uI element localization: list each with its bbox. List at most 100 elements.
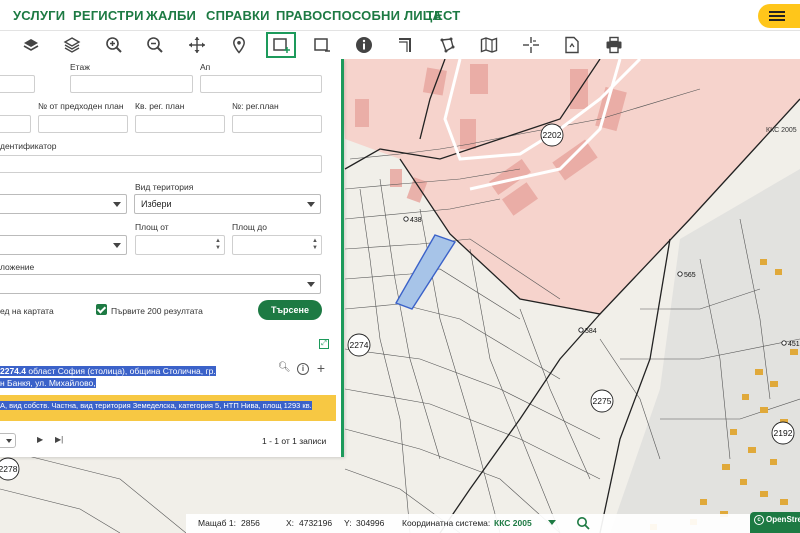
add-result-icon[interactable]: + bbox=[315, 361, 327, 375]
osm-attribution[interactable]: c OpenStre bbox=[750, 512, 800, 533]
pager: ▶ ▶| 1 - 1 от 1 записи bbox=[0, 431, 336, 453]
chevron-down-icon[interactable] bbox=[548, 520, 556, 525]
nav-services[interactable]: УСЛУГИ bbox=[13, 8, 65, 23]
quarter-reg-plan-label: Кв. рег. план bbox=[135, 101, 185, 111]
pager-summary: 1 - 1 от 1 записи bbox=[262, 436, 327, 446]
next-page-icon[interactable]: ▶ bbox=[37, 435, 43, 444]
coord-system-label: Координатна система: bbox=[402, 518, 491, 528]
chevron-down-icon bbox=[6, 439, 12, 443]
info-button[interactable] bbox=[349, 32, 379, 58]
pan-button[interactable] bbox=[182, 32, 212, 58]
draw-polygon-button[interactable] bbox=[432, 32, 462, 58]
document-button[interactable] bbox=[557, 32, 587, 58]
identifier-label: дентификатор bbox=[0, 141, 57, 151]
reg-plan-no-input[interactable] bbox=[232, 115, 322, 133]
last-page-icon[interactable]: ▶| bbox=[55, 435, 63, 444]
location-label: ложение bbox=[0, 262, 35, 272]
edit-corner-icon bbox=[399, 38, 411, 52]
select-area-button[interactable] bbox=[307, 32, 337, 58]
zoom-in-icon bbox=[106, 37, 122, 53]
field-left-1[interactable] bbox=[0, 75, 35, 93]
apartment-label: Ап bbox=[200, 62, 211, 72]
nav-complaints[interactable]: ЖАЛБИ bbox=[146, 8, 196, 23]
edit-corner-button[interactable] bbox=[391, 32, 421, 58]
identifier-input[interactable] bbox=[0, 155, 322, 173]
hamburger-icon bbox=[769, 11, 785, 21]
status-bar: Мащаб 1: 2856 X: 4732196 Y: 304996 Коорд… bbox=[186, 514, 800, 533]
area-from-input[interactable]: ▲ ▼ bbox=[135, 235, 225, 255]
map-icon bbox=[480, 37, 498, 53]
category-select[interactable] bbox=[0, 235, 127, 255]
floor-input[interactable] bbox=[70, 75, 193, 93]
point-label-438: 438 bbox=[410, 217, 422, 224]
crosshair-button[interactable] bbox=[516, 32, 546, 58]
layers-icon bbox=[23, 39, 39, 51]
zoom-in-button[interactable] bbox=[99, 32, 129, 58]
map-toolbar bbox=[0, 31, 800, 59]
result-line2: н Банкя, ул. Михайлово, bbox=[0, 378, 96, 388]
territory-type-select[interactable]: Избери bbox=[134, 194, 321, 214]
first-200-checkbox[interactable] bbox=[96, 304, 107, 315]
nav-licensed-persons[interactable]: ПРАВОСПОСОБНИ ЛИЦА bbox=[276, 8, 442, 23]
info-icon bbox=[356, 37, 372, 53]
area-from-label: Площ от bbox=[135, 222, 169, 232]
search-panel: Етаж Ап № от предходен план Кв. рег. пла… bbox=[0, 59, 344, 457]
zoom-out-icon bbox=[147, 37, 163, 53]
point-label-584: 584 bbox=[585, 328, 597, 335]
select-rectangle-button[interactable] bbox=[266, 32, 296, 58]
scale-label: Мащаб 1: bbox=[198, 518, 236, 528]
zoom-to-result-icon[interactable]: 🔍︎ bbox=[278, 362, 291, 374]
layer-stack-button[interactable] bbox=[57, 32, 87, 58]
point-label-565: 565 bbox=[684, 272, 696, 279]
zoom-out-button[interactable] bbox=[140, 32, 170, 58]
parcel-label-2202: 2202 bbox=[543, 130, 562, 140]
floor-label: Етаж bbox=[70, 62, 90, 72]
on-map-label[interactable]: ед на картата bbox=[0, 306, 54, 316]
layers-button[interactable] bbox=[16, 32, 46, 58]
result-id: 2274.4 bbox=[0, 366, 26, 376]
field-left-2[interactable] bbox=[0, 115, 31, 133]
area-to-input[interactable]: ▲ ▼ bbox=[232, 235, 322, 255]
apartment-input[interactable] bbox=[200, 75, 322, 93]
copyright-icon: c bbox=[754, 515, 764, 525]
kks-map-label: ККС 2005 bbox=[766, 127, 797, 134]
prev-plan-no-input[interactable] bbox=[38, 115, 128, 133]
top-navigation: УСЛУГИ РЕГИСТРИ ЖАЛБИ СПРАВКИ ПРАВОСПОСО… bbox=[0, 0, 800, 31]
chevron-down-icon bbox=[307, 282, 315, 287]
select-rectangle-icon bbox=[273, 38, 290, 53]
parcel-label-2274: 2274 bbox=[350, 340, 369, 350]
print-button[interactable] bbox=[599, 32, 629, 58]
attribution-text: OpenStre bbox=[766, 515, 800, 524]
owner-select[interactable] bbox=[0, 194, 127, 214]
result-item[interactable]: 2274.4 област София (столица), община Ст… bbox=[0, 365, 280, 389]
coord-system-value[interactable]: ККС 2005 bbox=[494, 518, 532, 528]
select-area-icon bbox=[314, 38, 330, 52]
crosshair-icon bbox=[523, 37, 539, 53]
print-icon bbox=[606, 36, 622, 54]
location-select[interactable] bbox=[0, 274, 321, 294]
parcel-label-2278: 2278 bbox=[0, 464, 18, 474]
prev-plan-no-label: № от предходен план bbox=[38, 101, 124, 111]
point-label-451: 451 bbox=[788, 341, 800, 348]
result-details: А, вид собств. Частна, вид територия Зем… bbox=[0, 401, 312, 410]
area-to-label: Площ до bbox=[232, 222, 267, 232]
quarter-reg-plan-input[interactable] bbox=[135, 115, 225, 133]
stepper-icon[interactable]: ▲ ▼ bbox=[214, 238, 222, 252]
nav-references[interactable]: СПРАВКИ bbox=[206, 8, 270, 23]
map-view-button[interactable] bbox=[474, 32, 504, 58]
nav-test[interactable]: ТЕСТ bbox=[426, 8, 460, 23]
chevron-down-icon bbox=[113, 202, 121, 207]
search-button[interactable]: Търсене bbox=[258, 300, 322, 320]
x-label: X: bbox=[286, 518, 295, 528]
expand-icon[interactable]: ⤢ bbox=[319, 339, 329, 349]
chevron-down-icon bbox=[307, 202, 315, 207]
location-button[interactable] bbox=[224, 32, 254, 58]
nav-registers[interactable]: РЕГИСТРИ bbox=[73, 8, 144, 23]
territory-type-label: Вид територия bbox=[135, 182, 194, 192]
reg-plan-no-label: №: рег.план bbox=[232, 101, 279, 111]
layer-stack-icon bbox=[63, 37, 81, 53]
hamburger-menu-button[interactable] bbox=[758, 4, 800, 28]
coord-search-icon[interactable] bbox=[576, 516, 590, 532]
page-size-select[interactable] bbox=[0, 433, 16, 448]
stepper-icon[interactable]: ▲ ▼ bbox=[311, 238, 319, 252]
